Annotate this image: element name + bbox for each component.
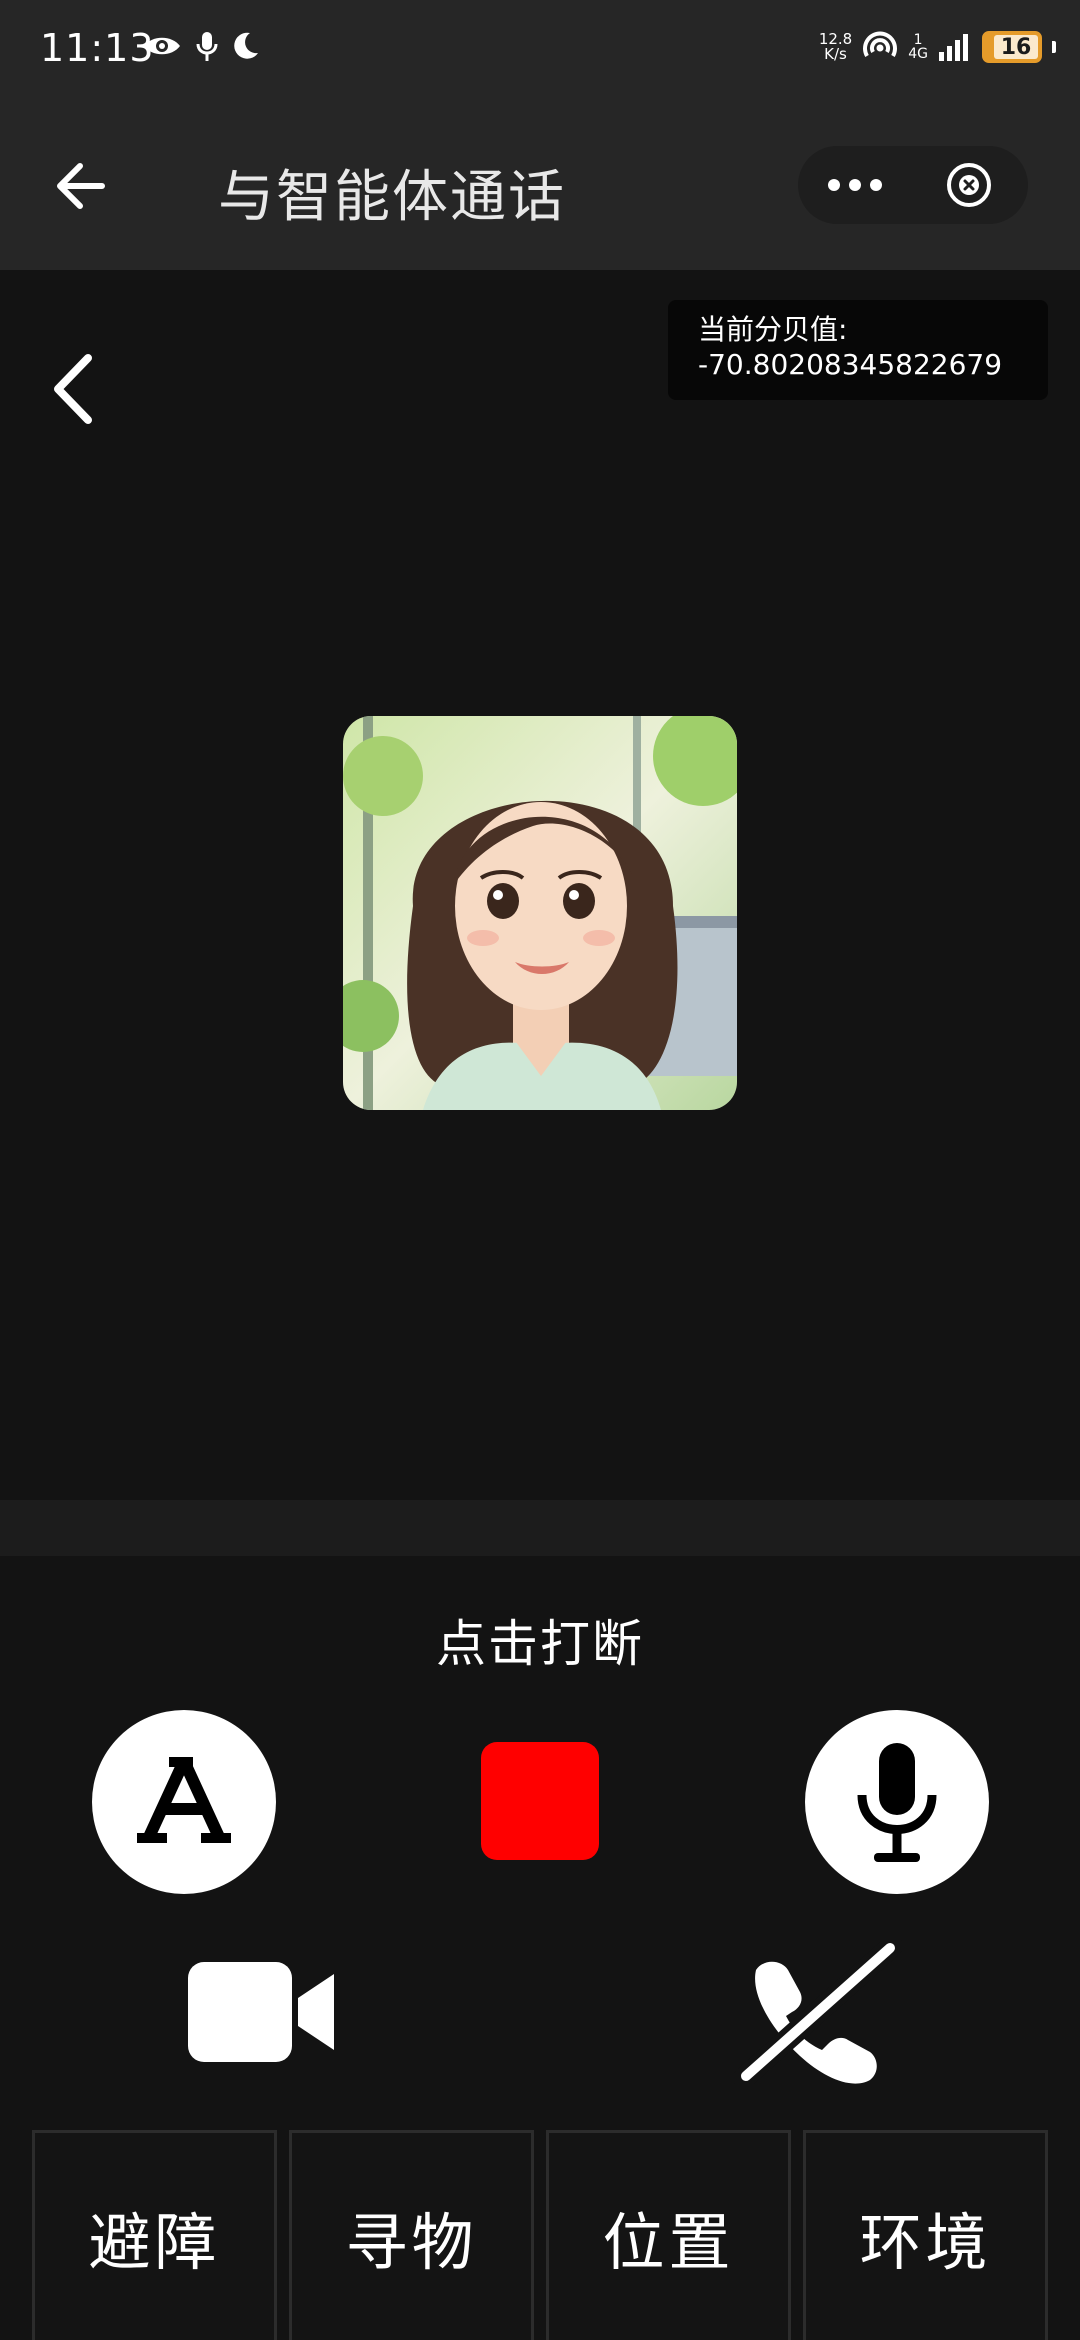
agent-avatar-illustration (343, 716, 737, 1110)
battery-cap (1052, 41, 1056, 53)
status-right-icons: 12.8 K/s 1 4G 16 (819, 30, 1056, 64)
interrupt-label[interactable]: 点击打断 (0, 1604, 1080, 1676)
moon-icon (234, 32, 258, 59)
text-mode-button[interactable] (92, 1710, 276, 1894)
status-time: 11:13 (40, 26, 155, 70)
status-left-icons (142, 30, 260, 62)
back-arrow-icon[interactable] (52, 158, 112, 214)
stop-button[interactable] (481, 1742, 599, 1860)
network-type-label: 4G (908, 46, 928, 62)
network-type: 1 4G (908, 33, 928, 61)
tab-location[interactable]: 位置 (546, 2130, 791, 2340)
battery-icon: 16 (982, 31, 1042, 63)
net-speed-unit: K/s (824, 45, 847, 63)
mic-icon (196, 32, 218, 61)
status-bar: 11:13 12.8 K/s 1 4G 16 (0, 0, 1080, 100)
signal-icon (939, 34, 968, 61)
mic-icon (857, 1743, 937, 1862)
decibel-label: 当前分贝值: (698, 313, 848, 346)
font-icon (137, 1757, 231, 1843)
more-icon (828, 179, 882, 191)
mini-program-capsule (798, 146, 1028, 224)
battery-level: 16 (994, 35, 1038, 60)
tab-find-object[interactable]: 寻物 (289, 2130, 534, 2340)
tab-environment[interactable]: 环境 (803, 2130, 1048, 2340)
call-main-area: 当前分贝值: -70.80208345822679 (0, 270, 1080, 1500)
eye-icon (144, 37, 180, 55)
decibel-readout: 当前分贝值: -70.80208345822679 (668, 300, 1048, 400)
close-button[interactable] (912, 146, 1026, 224)
divider (0, 1500, 1080, 1556)
page-title: 与智能体通话 (218, 165, 566, 230)
decibel-value: -70.80208345822679 (698, 348, 1003, 381)
net-speed: 12.8 K/s (819, 32, 852, 62)
call-screen: 11:13 12.8 K/s 1 4G 16 与智能体通话 当前分贝值: -70… (0, 0, 1080, 2340)
sim-slot: 1 (913, 32, 923, 48)
more-button[interactable] (798, 146, 912, 224)
close-icon (947, 163, 991, 207)
agent-avatar (343, 716, 737, 1110)
function-tabs: 避障 寻物 位置 环境 (32, 2130, 1048, 2340)
title-bar: 与智能体通话 (0, 100, 1080, 270)
video-camera-icon[interactable] (186, 1960, 338, 2064)
tab-obstacle-avoidance[interactable]: 避障 (32, 2130, 277, 2340)
hang-up-icon[interactable] (734, 1940, 902, 2084)
hotspot-icon (863, 31, 898, 57)
mic-button[interactable] (805, 1710, 989, 1894)
chevron-left-icon[interactable] (50, 352, 96, 426)
